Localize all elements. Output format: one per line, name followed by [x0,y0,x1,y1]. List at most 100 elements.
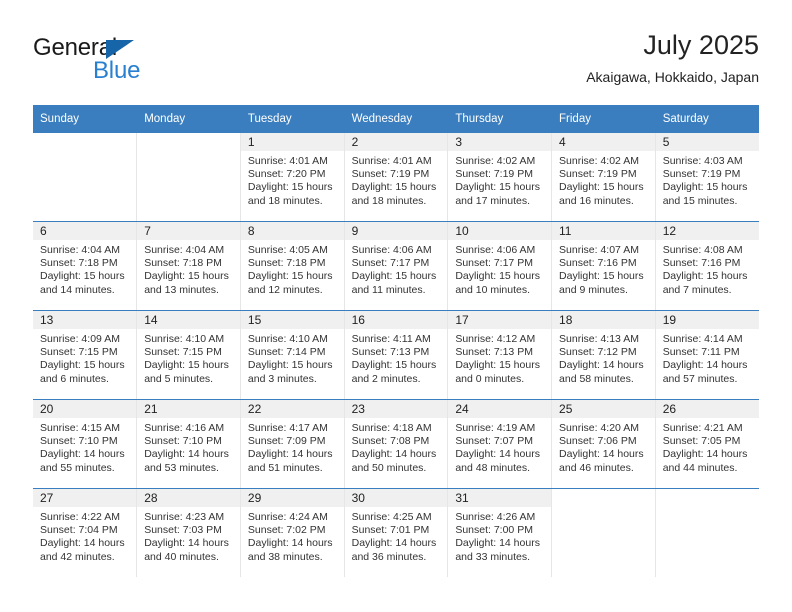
weekday-header-saturday: Saturday [655,105,759,133]
sunrise-text: Sunrise: 4:26 AM [455,511,536,523]
sunset-text: Sunset: 7:17 PM [351,257,430,270]
day-cell[interactable]: 17 Sunrise: 4:12 AM Sunset: 7:13 PM Dayligh… [447,310,553,400]
sunset-text: Sunset: 7:08 PM [351,435,430,448]
day-cell[interactable]: 30 Sunrise: 4:25 AM Sunset: 7:01 PM Dayligh… [344,488,449,577]
day-cell[interactable]: 6 Sunrise: 4:04 AM Sunset: 7:18 PM Daylight… [33,221,138,311]
day-cell-details: Sunrise: 4:03 AM Sunset: 7:19 PM Daylight:… [656,151,759,208]
day-number [137,133,240,151]
sunrise-text: Sunrise: 4:10 AM [144,333,225,345]
daylight-text: Daylight: 14 hours and 40 minutes. [144,537,229,563]
sunrise-text: Sunrise: 4:18 AM [351,422,432,434]
day-cell[interactable]: 14 Sunrise: 4:10 AM Sunset: 7:15 PM Dayligh… [136,310,241,400]
day-cell[interactable]: 2 Sunrise: 4:01 AM Sunset: 7:19 PM Daylight… [344,133,449,222]
day-cell[interactable]: 25 Sunrise: 4:20 AM Sunset: 7:06 PM Dayligh… [551,399,656,489]
day-cell[interactable]: 5 Sunrise: 4:03 AM Sunset: 7:19 PM Daylight… [655,133,759,222]
daylight-text: Daylight: 15 hours and 15 minutes. [662,181,748,207]
day-number: 14 [137,311,240,329]
day-cell-details: Sunrise: 4:06 AM Sunset: 7:17 PM Daylight:… [345,240,448,297]
day-cell[interactable]: 20 Sunrise: 4:15 AM Sunset: 7:10 PM Dayligh… [33,399,138,489]
day-cell-inner: 30 Sunrise: 4:25 AM Sunset: 7:01 PM Dayligh… [344,489,448,577]
daylight-text: Daylight: 15 hours and 13 minutes. [144,270,229,296]
day-cell[interactable]: 31 Sunrise: 4:26 AM Sunset: 7:00 PM Dayligh… [447,488,553,577]
day-cell-details: Sunrise: 4:01 AM Sunset: 7:20 PM Daylight:… [241,151,344,208]
general-blue-logo[interactable]: General Blue [33,34,253,94]
sunrise-text: Sunrise: 4:13 AM [559,333,639,345]
day-cell-inner: 19 Sunrise: 4:14 AM Sunset: 7:11 PM Dayligh… [655,311,759,399]
sunset-text: Sunset: 7:13 PM [351,346,430,359]
sunrise-text: Sunrise: 4:03 AM [662,155,743,167]
daylight-text: Daylight: 14 hours and 48 minutes. [455,448,540,474]
day-number [33,133,136,151]
day-number: 12 [655,222,759,240]
sunset-text: Sunset: 7:12 PM [559,346,637,359]
day-number: 21 [137,400,240,418]
day-cell[interactable]: 4 Sunrise: 4:02 AM Sunset: 7:19 PM Daylight… [551,133,656,222]
day-cell-details: Sunrise: 4:21 AM Sunset: 7:05 PM Daylight:… [656,418,759,475]
day-cell[interactable]: 9 Sunrise: 4:06 AM Sunset: 7:17 PM Daylight… [344,221,449,311]
sunrise-text: Sunrise: 4:14 AM [662,333,743,345]
sunrise-text: Sunrise: 4:06 AM [455,244,536,256]
sunrise-text: Sunrise: 4:06 AM [351,244,432,256]
sunset-text: Sunset: 7:15 PM [40,346,118,359]
day-cell[interactable]: 10 Sunrise: 4:06 AM Sunset: 7:17 PM Dayligh… [447,221,553,311]
day-cell[interactable]: 18 Sunrise: 4:13 AM Sunset: 7:12 PM Dayligh… [551,310,656,400]
day-cell-inner: 17 Sunrise: 4:12 AM Sunset: 7:13 PM Dayligh… [448,311,552,399]
daylight-text: Daylight: 15 hours and 3 minutes. [247,359,333,385]
day-cell-details: Sunrise: 4:05 AM Sunset: 7:18 PM Daylight:… [241,240,344,297]
weekday-header-wednesday: Wednesday [344,105,449,133]
sunset-text: Sunset: 7:11 PM [662,346,740,359]
day-cell[interactable]: 28 Sunrise: 4:23 AM Sunset: 7:03 PM Dayligh… [136,488,241,577]
day-cell-details [552,507,655,511]
day-cell-inner: 3 Sunrise: 4:02 AM Sunset: 7:19 PM Daylight… [448,133,552,221]
daylight-text: Daylight: 15 hours and 18 minutes. [247,181,333,207]
sunset-text: Sunset: 7:17 PM [455,257,533,270]
day-cell-inner: 13 Sunrise: 4:09 AM Sunset: 7:15 PM Dayligh… [33,311,137,399]
day-cell[interactable]: 8 Sunrise: 4:05 AM Sunset: 7:18 PM Daylight… [240,221,345,311]
day-number [552,489,655,507]
day-cell[interactable]: 19 Sunrise: 4:14 AM Sunset: 7:11 PM Dayligh… [655,310,759,400]
day-cell[interactable]: 23 Sunrise: 4:18 AM Sunset: 7:08 PM Dayligh… [344,399,449,489]
day-cell[interactable]: 12 Sunrise: 4:08 AM Sunset: 7:16 PM Dayligh… [655,221,759,311]
day-cell[interactable]: 16 Sunrise: 4:11 AM Sunset: 7:13 PM Dayligh… [344,310,449,400]
daylight-text: Daylight: 15 hours and 16 minutes. [559,181,644,207]
daylight-text: Daylight: 15 hours and 10 minutes. [455,270,540,296]
day-cell[interactable]: 27 Sunrise: 4:22 AM Sunset: 7:04 PM Dayligh… [33,488,138,577]
day-cell[interactable]: 13 Sunrise: 4:09 AM Sunset: 7:15 PM Dayligh… [33,310,138,400]
day-cell-details: Sunrise: 4:12 AM Sunset: 7:13 PM Daylight:… [448,329,551,386]
day-cell[interactable]: 29 Sunrise: 4:24 AM Sunset: 7:02 PM Dayligh… [240,488,345,577]
day-number: 30 [344,489,448,507]
day-cell[interactable]: 3 Sunrise: 4:02 AM Sunset: 7:19 PM Daylight… [447,133,553,222]
day-cell[interactable]: 22 Sunrise: 4:17 AM Sunset: 7:09 PM Dayligh… [240,399,345,489]
day-cell-details: Sunrise: 4:22 AM Sunset: 7:04 PM Daylight:… [33,507,136,564]
day-cell-empty [33,133,138,222]
day-cell[interactable]: 21 Sunrise: 4:16 AM Sunset: 7:10 PM Dayligh… [136,399,241,489]
daylight-text: Daylight: 14 hours and 55 minutes. [40,448,125,474]
day-number: 26 [655,400,759,418]
sunset-text: Sunset: 7:04 PM [40,524,118,537]
day-cell-details: Sunrise: 4:08 AM Sunset: 7:16 PM Daylight:… [656,240,759,297]
weekday-header-friday: Friday [551,105,656,133]
daylight-text: Daylight: 15 hours and 12 minutes. [247,270,333,296]
day-cell-details: Sunrise: 4:01 AM Sunset: 7:19 PM Daylight:… [345,151,448,208]
day-number: 5 [655,133,759,151]
calendar-body: 1 Sunrise: 4:01 AM Sunset: 7:20 PM Daylight… [33,133,759,577]
day-cell[interactable]: 24 Sunrise: 4:19 AM Sunset: 7:07 PM Dayligh… [447,399,553,489]
day-cell[interactable]: 1 Sunrise: 4:01 AM Sunset: 7:20 PM Daylight… [240,133,345,222]
day-cell[interactable]: 7 Sunrise: 4:04 AM Sunset: 7:18 PM Daylight… [136,221,241,311]
day-cell[interactable]: 15 Sunrise: 4:10 AM Sunset: 7:14 PM Dayligh… [240,310,345,400]
day-cell-inner: 28 Sunrise: 4:23 AM Sunset: 7:03 PM Dayligh… [137,489,240,577]
day-cell-details: Sunrise: 4:18 AM Sunset: 7:08 PM Daylight:… [345,418,448,475]
day-number: 2 [344,133,448,151]
daylight-text: Daylight: 15 hours and 6 minutes. [40,359,125,385]
day-number: 10 [448,222,552,240]
day-cell-inner: 15 Sunrise: 4:10 AM Sunset: 7:14 PM Dayligh… [240,311,344,399]
day-cell-inner: 20 Sunrise: 4:15 AM Sunset: 7:10 PM Dayligh… [33,400,137,488]
sunrise-text: Sunrise: 4:25 AM [351,511,432,523]
day-cell-details: Sunrise: 4:25 AM Sunset: 7:01 PM Daylight:… [345,507,448,564]
day-cell-details: Sunrise: 4:07 AM Sunset: 7:16 PM Daylight:… [552,240,655,297]
day-cell[interactable]: 26 Sunrise: 4:21 AM Sunset: 7:05 PM Dayligh… [655,399,759,489]
sunset-text: Sunset: 7:02 PM [247,524,326,537]
day-cell[interactable]: 11 Sunrise: 4:07 AM Sunset: 7:16 PM Dayligh… [551,221,656,311]
sunrise-text: Sunrise: 4:05 AM [247,244,328,256]
day-number: 29 [240,489,344,507]
